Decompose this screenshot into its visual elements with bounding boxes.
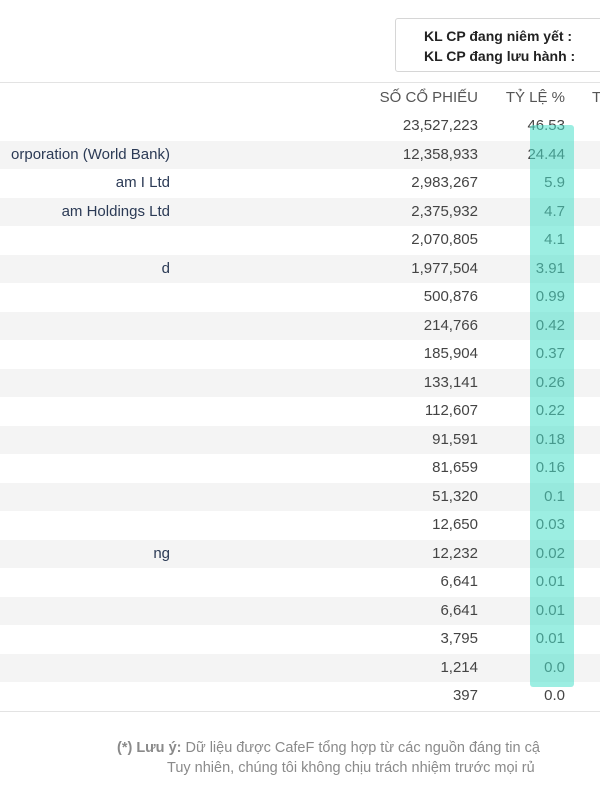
ownership-ratio: 0.1 [544,487,565,505]
share-count: 1,214 [440,658,478,676]
ownership-ratio: 46.53 [527,117,565,134]
disclaimer-line-1: (*) Lưu ý: Dữ liệu được CafeF tổng hợp t… [117,738,540,758]
table-row: 133,141 0.26 [0,368,600,397]
ownership-ratio: 5.9 [544,174,565,191]
ownership-ratio: 4.7 [544,202,565,220]
share-count: 500,876 [423,288,478,305]
disclaimer-line-2: Tuy nhiên, chúng tôi không chịu trách nh… [167,760,535,776]
table-row: am I Ltd 2,983,267 5.9 [0,169,600,198]
share-count: 214,766 [423,316,478,334]
share-count: 1,977,504 [411,259,478,277]
table-row: 81,659 0.16 [0,454,600,483]
table-row: 185,904 0.37 [0,340,600,369]
table-row: 12,650 0.03 [0,511,600,540]
shareholder-table-body: 23,527,223 46.53 orporation (World Bank) 12… [0,112,600,711]
ownership-ratio: 0.16 [535,459,565,476]
ownership-ratio: 0.01 [535,630,565,647]
table-row: 23,527,223 46.53 [0,112,600,141]
ownership-ratio: 4.1 [544,231,565,248]
table-top-divider [0,82,600,83]
table-bottom-divider [0,711,600,712]
share-count: 397 [452,687,478,704]
header-shares: SỐ CỔ PHIẾU [379,89,478,106]
ownership-ratio: 0.22 [535,402,565,419]
header-ratio: TỶ LỆ % [505,89,565,106]
share-count: 23,527,223 [402,117,478,134]
share-count: 133,141 [423,373,478,391]
ownership-ratio: 3.91 [535,259,565,277]
table-row: 6,641 0.01 [0,596,600,625]
table-row: 214,766 0.42 [0,311,600,340]
table-row: 91,591 0.18 [0,425,600,454]
table-row: d 1,977,504 3.91 [0,254,600,283]
share-volume-info-box: KL CP đang niêm yết : KL CP đang lưu hàn… [395,18,600,72]
ownership-ratio: 24.44 [527,145,565,163]
ownership-ratio: 0.42 [535,316,565,334]
shareholder-name: ng [153,544,170,562]
ownership-ratio: 0.0 [544,687,565,704]
share-count: 12,232 [432,544,478,562]
share-count: 12,358,933 [402,145,478,163]
table-row: 397 0.0 [0,682,600,711]
table-row: orporation (World Bank) 12,358,933 24.44 [0,140,600,169]
table-row: ng 12,232 0.02 [0,539,600,568]
shareholder-name: d [161,259,170,277]
shareholder-name: orporation (World Bank) [11,145,170,163]
share-count: 81,659 [432,459,478,476]
share-count: 6,641 [440,573,478,590]
shareholder-name: am I Ltd [115,174,170,191]
table-row: 500,876 0.99 [0,283,600,312]
ownership-ratio: 0.0 [544,658,565,676]
disclaimer-title: (*) Lưu ý: [117,740,182,756]
header-truncated: T [592,89,600,106]
table-row: 51,320 0.1 [0,482,600,511]
table-row: am Holdings Ltd 2,375,932 4.7 [0,197,600,226]
share-count: 12,650 [432,516,478,533]
ownership-ratio: 0.99 [535,288,565,305]
table-row: 6,641 0.01 [0,568,600,597]
share-count: 2,375,932 [411,202,478,220]
ownership-ratio: 0.01 [535,573,565,590]
share-count: 51,320 [432,487,478,505]
share-count: 3,795 [440,630,478,647]
outstanding-shares-label: KL CP đang lưu hành : [424,48,576,64]
listed-shares-label: KL CP đang niêm yết : [424,28,573,44]
ownership-ratio: 0.26 [535,373,565,391]
ownership-ratio: 0.18 [535,430,565,448]
disclaimer-text-1: Dữ liệu được CafeF tổng hợp từ các nguồn… [181,740,540,756]
ownership-ratio: 0.02 [535,544,565,562]
ownership-ratio: 0.01 [535,601,565,619]
ownership-ratio: 0.03 [535,516,565,533]
shareholder-name: am Holdings Ltd [61,202,170,220]
share-count: 2,070,805 [411,231,478,248]
table-row: 3,795 0.01 [0,625,600,654]
share-count: 185,904 [423,345,478,362]
share-count: 2,983,267 [411,174,478,191]
share-count: 91,591 [432,430,478,448]
table-header: SỐ CỔ PHIẾU TỶ LỆ % T [0,84,600,112]
ownership-ratio: 0.37 [535,345,565,362]
table-row: 2,070,805 4.1 [0,226,600,255]
table-row: 112,607 0.22 [0,397,600,426]
share-count: 6,641 [440,601,478,619]
share-count: 112,607 [424,402,478,419]
table-row: 1,214 0.0 [0,653,600,682]
